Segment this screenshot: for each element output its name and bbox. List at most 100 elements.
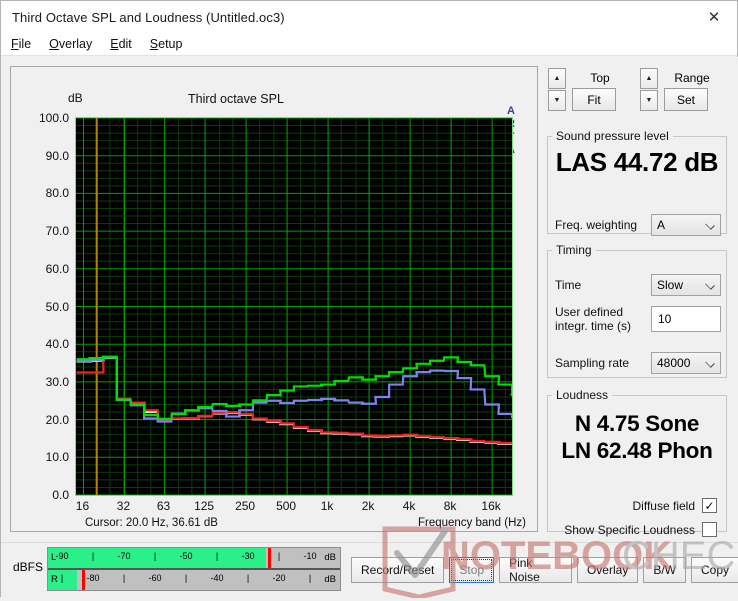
x-axis-labels: 16 32 63 125 250 500 1k 2k 4k 8k 16k <box>11 499 539 515</box>
y-axis-tick-label: 70.0 <box>45 224 69 239</box>
graph-panel: dB Third octave SPL ARTA 100.090.080.070… <box>10 66 538 532</box>
top-label: Top <box>590 71 610 85</box>
spl-group: Sound pressure level LAS 44.72 dB Freq. … <box>547 129 727 236</box>
integration-time-label-l2: integr. time (s) <box>555 319 632 333</box>
y-axis-tick-label: 30.0 <box>45 374 69 389</box>
meter-left-tick: | <box>215 551 219 561</box>
trace-green-trace <box>76 355 512 420</box>
main-area: dB Third octave SPL ARTA 100.090.080.070… <box>1 57 738 542</box>
dbfs-label: dBFS <box>13 560 44 574</box>
y-axis-tick-label: 20.0 <box>45 412 69 427</box>
chevron-down-icon <box>705 280 715 290</box>
button-copy[interactable]: Copy <box>690 557 738 583</box>
chart-title: Third octave SPL <box>188 92 284 106</box>
freq-weighting-label: Freq. weighting <box>555 218 638 232</box>
meter-left: LdB -90 | -70 | -50 | -30 | -10 <box>48 548 340 568</box>
y-axis-tick-label: 10.0 <box>45 450 69 465</box>
timing-group-legend: Timing <box>556 243 592 257</box>
range-set-button[interactable]: Set <box>664 88 708 111</box>
y-axis-tick-label: 80.0 <box>45 186 69 201</box>
menubar-divider <box>1 55 737 56</box>
time-row: Time Slow <box>555 274 721 296</box>
top-fit-button[interactable]: Fit <box>572 88 616 111</box>
integration-time-input[interactable]: 10 <box>651 306 721 332</box>
spl-plot-area[interactable] <box>75 117 513 496</box>
loudness-group-legend: Loudness <box>556 388 609 402</box>
button-overlay[interactable]: Overlay <box>576 557 639 583</box>
meter-right-tick: -20 <box>272 573 286 583</box>
menu-item-setup[interactable]: Setup <box>150 37 183 51</box>
specific-loudness-checkbox[interactable] <box>702 522 717 537</box>
title-bar: Third Octave SPL and Loudness (Untitled.… <box>1 1 737 33</box>
meter-left-tick: | <box>153 551 157 561</box>
integration-time-row: User defined integr. time (s) 10 <box>555 305 721 333</box>
sampling-rate-label: Sampling rate <box>555 356 630 370</box>
meter-left-tick: -70 <box>117 551 131 561</box>
menu-item-overlay[interactable]: Overlay <box>49 37 92 51</box>
dbfs-meters: LdB -90 | -70 | -50 | -30 | -10 RdB | -80 | -60 | -40 | -… <box>47 547 341 591</box>
scale-controls: ▲ ▼ Top Fit ▲ ▼ Range Set <box>544 68 730 114</box>
integration-time-label-l1: User defined <box>555 305 624 319</box>
y-axis-tick-label: 90.0 <box>45 148 69 163</box>
sampling-rate-value: 48000 <box>657 356 691 370</box>
button-stop[interactable]: Stop <box>449 557 495 583</box>
meter-right-tick: | <box>184 573 188 583</box>
loudness-sone-value: N 4.75 Sone <box>574 411 700 436</box>
meter-right-tick: | <box>60 573 64 583</box>
meter-right-tick: | <box>122 573 126 583</box>
time-select[interactable]: Slow <box>651 274 721 296</box>
specific-loudness-row: Show Specific Loudness <box>564 522 717 537</box>
diffuse-field-row: Diffuse field ✓ <box>633 498 717 513</box>
close-icon[interactable]: ✕ <box>691 1 737 32</box>
menu-item-edit[interactable]: Edit <box>110 37 132 51</box>
x-axis-tick-label: 4k <box>402 499 416 513</box>
right-panel: ▲ ▼ Top Fit ▲ ▼ Range Set Sound pressure… <box>544 66 730 537</box>
sampling-rate-select[interactable]: 48000 <box>651 352 721 374</box>
meter-right-unit-label: dB <box>324 574 336 585</box>
x-axis-tick-label: 2k <box>361 499 375 513</box>
loudness-phon-value: LN 62.48 Phon <box>561 438 713 463</box>
freq-weighting-value: A <box>657 218 666 232</box>
menu-item-file[interactable]: File <box>11 37 31 51</box>
chevron-down-icon <box>705 358 715 368</box>
chevron-down-icon <box>705 220 715 230</box>
y-axis-tick-label: 60.0 <box>45 261 69 276</box>
time-value: Slow <box>657 278 684 292</box>
top-spinner-up-icon[interactable]: ▲ <box>548 68 566 89</box>
menu-edit-rest: dit <box>118 37 132 51</box>
diffuse-field-checkbox[interactable]: ✓ <box>702 498 717 513</box>
menu-setup-rest: etup <box>158 37 183 51</box>
top-spinner-down-icon[interactable]: ▼ <box>548 90 566 111</box>
meter-left-tick: -50 <box>179 551 193 561</box>
bottom-toolbar: dBFS LdB -90 | -70 | -50 | -30 | -10 RdB | -80 | -60 |… <box>1 542 738 598</box>
meter-left-tick: -90 <box>55 551 69 561</box>
button-pink-noise[interactable]: Pink Noise <box>499 556 572 584</box>
x-axis-tick-label: 500 <box>276 499 297 513</box>
app-window: Third Octave SPL and Loudness (Untitled.… <box>0 0 738 600</box>
sampling-rate-row: Sampling rate 48000 <box>555 352 721 374</box>
range-spinner[interactable]: ▲ ▼ <box>640 68 658 112</box>
spl-group-legend: Sound pressure level <box>556 129 669 143</box>
y-axis-tick-label: 100.0 <box>38 111 69 125</box>
transport-button-row: Record/Reset Stop Pink Noise Overlay B/W Copy <box>351 556 738 584</box>
y-axis-tick-label: 50.0 <box>45 299 69 314</box>
button-record-reset[interactable]: Record/Reset <box>351 557 445 583</box>
meter-left-tick: | <box>277 551 281 561</box>
freq-weighting-select[interactable]: A <box>651 214 721 236</box>
x-axis-tick-label: 1k <box>320 499 334 513</box>
meter-right-tick: | <box>246 573 250 583</box>
menu-bar: File Overlay Edit Setup <box>1 33 737 55</box>
diffuse-field-label: Diffuse field <box>632 498 695 513</box>
top-spinner[interactable]: ▲ ▼ <box>548 68 566 112</box>
x-axis-tick-label: 8k <box>443 499 457 513</box>
meter-right-tick: | <box>308 573 312 583</box>
button-b-w[interactable]: B/W <box>643 557 686 583</box>
meter-left-tick: -10 <box>303 551 317 561</box>
window-title: Third Octave SPL and Loudness (Untitled.… <box>12 9 285 25</box>
range-spinner-up-icon[interactable]: ▲ <box>640 68 658 89</box>
meter-right-tick: -40 <box>210 573 224 583</box>
menu-overlay-rest: verlay <box>58 37 93 51</box>
meter-left-tick: | <box>91 551 95 561</box>
meter-right: RdB | -80 | -60 | -40 | -20 | <box>48 570 340 590</box>
range-spinner-down-icon[interactable]: ▼ <box>640 90 658 111</box>
